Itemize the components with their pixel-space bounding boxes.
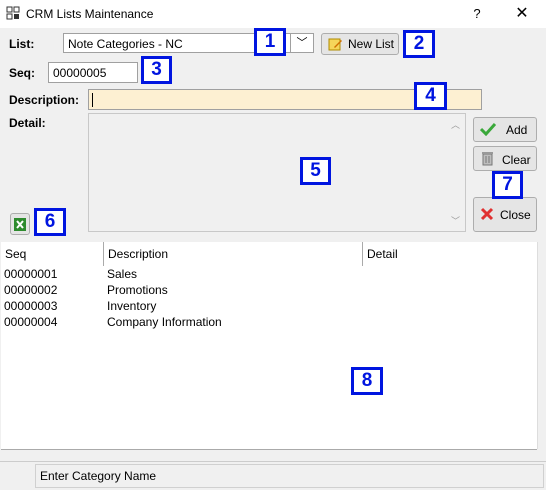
title-bar: CRM Lists Maintenance ? ✕ <box>0 0 546 28</box>
detail-label: Detail: <box>9 116 46 130</box>
text-caret <box>92 93 93 107</box>
callout-badge-4: 4 <box>414 82 447 110</box>
red-x-icon <box>480 207 494 224</box>
grid-header: Seq Description Detail <box>1 242 537 267</box>
description-label: Description: <box>9 93 80 107</box>
chevron-down-icon[interactable]: ﹀ <box>290 33 314 53</box>
column-header-description[interactable]: Description <box>104 242 363 266</box>
table-row[interactable]: 00000003 Inventory <box>1 298 537 314</box>
detail-textarea[interactable] <box>88 113 466 232</box>
callout-badge-3: 3 <box>141 56 172 84</box>
table-row[interactable]: 00000002 Promotions <box>1 282 537 298</box>
cell-description: Company Information <box>107 315 222 329</box>
add-button[interactable]: Add <box>473 117 537 142</box>
cell-seq: 00000004 <box>4 315 58 329</box>
scroll-up-icon[interactable]: ︿ <box>451 118 460 131</box>
status-bar: Enter Category Name <box>0 461 546 490</box>
cell-seq: 00000002 <box>4 283 58 297</box>
callout-badge-8: 8 <box>351 367 383 395</box>
column-header-detail[interactable]: Detail <box>363 242 537 266</box>
app-icon <box>6 6 20 20</box>
cell-seq: 00000003 <box>4 299 58 313</box>
excel-icon <box>13 217 27 235</box>
cell-seq: 00000001 <box>4 267 58 281</box>
table-row[interactable]: 00000001 Sales <box>1 266 537 282</box>
new-list-button[interactable]: New List <box>321 33 399 55</box>
seq-label: Seq: <box>9 66 36 80</box>
trash-icon <box>482 151 493 169</box>
export-excel-button[interactable] <box>10 213 30 235</box>
close-label: Close <box>500 208 531 222</box>
note-edit-icon <box>328 37 343 54</box>
callout-badge-6: 6 <box>34 208 66 236</box>
checkmark-icon <box>479 122 497 139</box>
callout-badge-5: 5 <box>300 157 331 185</box>
scroll-down-icon[interactable]: ﹀ <box>451 214 460 227</box>
window-title: CRM Lists Maintenance <box>26 7 154 21</box>
close-button[interactable]: Close <box>473 197 537 232</box>
column-header-seq[interactable]: Seq <box>1 242 104 266</box>
callout-badge-7: 7 <box>492 171 523 199</box>
status-text: Enter Category Name <box>35 464 544 488</box>
detail-scrollbar[interactable]: ︿ ﹀ <box>447 114 465 231</box>
list-combobox-value: Note Categories - NC <box>68 37 183 51</box>
table-row[interactable]: 00000004 Company Information <box>1 314 537 330</box>
cell-description: Promotions <box>107 283 168 297</box>
new-list-label: New List <box>348 37 395 51</box>
clear-button[interactable]: Clear <box>473 146 537 171</box>
callout-badge-2: 2 <box>403 30 435 58</box>
clear-label: Clear <box>502 153 531 167</box>
grid-right-edge <box>537 242 546 449</box>
grid-body: 00000001 Sales 00000002 Promotions 00000… <box>1 266 537 450</box>
seq-field-value: 00000005 <box>53 66 107 80</box>
add-label: Add <box>506 123 528 137</box>
list-label: List: <box>9 37 35 51</box>
seq-field[interactable]: 00000005 <box>48 62 138 83</box>
close-window-button[interactable]: ✕ <box>505 2 539 26</box>
cell-description: Inventory <box>107 299 157 313</box>
cell-description: Sales <box>107 267 138 281</box>
callout-badge-1: 1 <box>254 28 286 56</box>
help-button[interactable]: ? <box>463 2 491 26</box>
